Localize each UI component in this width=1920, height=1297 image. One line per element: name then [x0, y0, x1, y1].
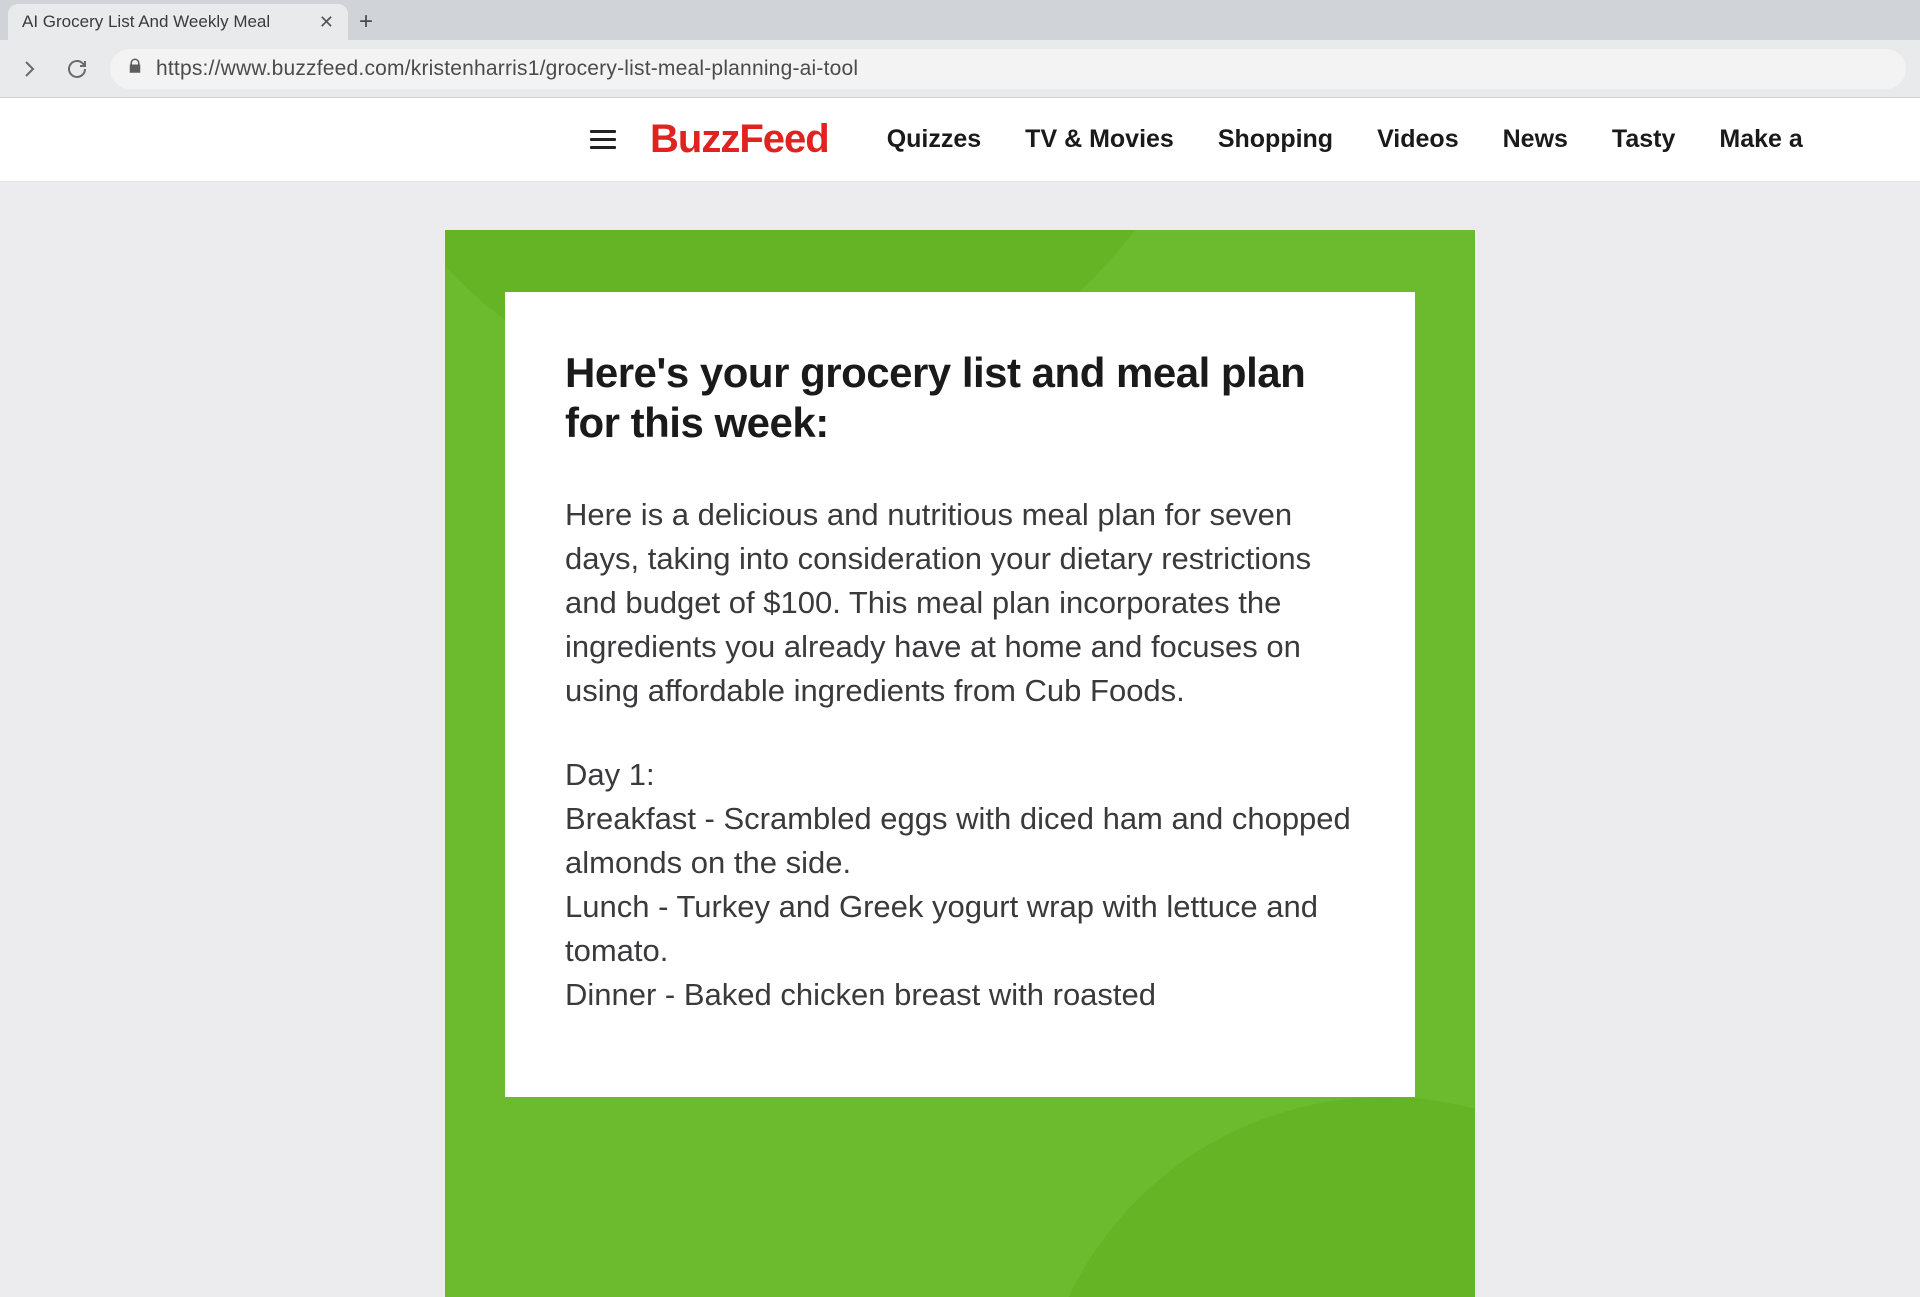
browser-toolbar: https://www.buzzfeed.com/kristenharris1/… [0, 40, 1920, 98]
browser-tab[interactable]: AI Grocery List And Weekly Meal ✕ [8, 4, 348, 40]
result-body: Here is a delicious and nutritious meal … [565, 493, 1355, 1017]
site-logo[interactable]: BuzzFeed [650, 117, 829, 162]
hamburger-icon[interactable] [590, 130, 616, 149]
day1-breakfast: Breakfast - Scrambled eggs with diced ha… [565, 801, 1351, 880]
lock-icon [126, 57, 144, 80]
plus-icon: + [359, 8, 373, 36]
close-icon[interactable]: ✕ [319, 13, 334, 31]
content-area: Here's your grocery list and meal plan f… [0, 182, 1920, 1297]
nav-link-make-a[interactable]: Make a [1719, 125, 1802, 154]
result-heading: Here's your grocery list and meal plan f… [565, 348, 1355, 447]
day1-lunch: Lunch - Turkey and Greek yogurt wrap wit… [565, 889, 1318, 968]
day1-label: Day 1: [565, 757, 655, 792]
nav-link-videos[interactable]: Videos [1377, 125, 1459, 154]
forward-button[interactable] [14, 54, 44, 84]
browser-chrome: AI Grocery List And Weekly Meal ✕ + http… [0, 0, 1920, 98]
result-panel: Here's your grocery list and meal plan f… [445, 230, 1475, 1297]
reload-icon [65, 57, 89, 81]
new-tab-button[interactable]: + [348, 4, 384, 40]
primary-nav: Quizzes TV & Movies Shopping Videos News… [887, 125, 1803, 154]
page: BuzzFeed Quizzes TV & Movies Shopping Vi… [0, 98, 1920, 1297]
result-card: Here's your grocery list and meal plan f… [505, 292, 1415, 1097]
day1-dinner: Dinner - Baked chicken breast with roast… [565, 977, 1156, 1012]
tab-title: AI Grocery List And Weekly Meal [22, 12, 309, 32]
nav-link-quizzes[interactable]: Quizzes [887, 125, 981, 154]
reload-button[interactable] [62, 54, 92, 84]
url-text: https://www.buzzfeed.com/kristenharris1/… [156, 57, 858, 81]
nav-link-shopping[interactable]: Shopping [1218, 125, 1333, 154]
result-intro: Here is a delicious and nutritious meal … [565, 493, 1355, 713]
nav-link-tv-movies[interactable]: TV & Movies [1025, 125, 1174, 154]
tab-strip: AI Grocery List And Weekly Meal ✕ + [0, 0, 1920, 40]
nav-link-tasty[interactable]: Tasty [1612, 125, 1675, 154]
site-header: BuzzFeed Quizzes TV & Movies Shopping Vi… [0, 98, 1920, 182]
address-bar[interactable]: https://www.buzzfeed.com/kristenharris1/… [110, 49, 1906, 89]
nav-link-news[interactable]: News [1503, 125, 1568, 154]
day1-block: Day 1: Breakfast - Scrambled eggs with d… [565, 753, 1355, 1017]
arrow-right-icon [17, 57, 41, 81]
